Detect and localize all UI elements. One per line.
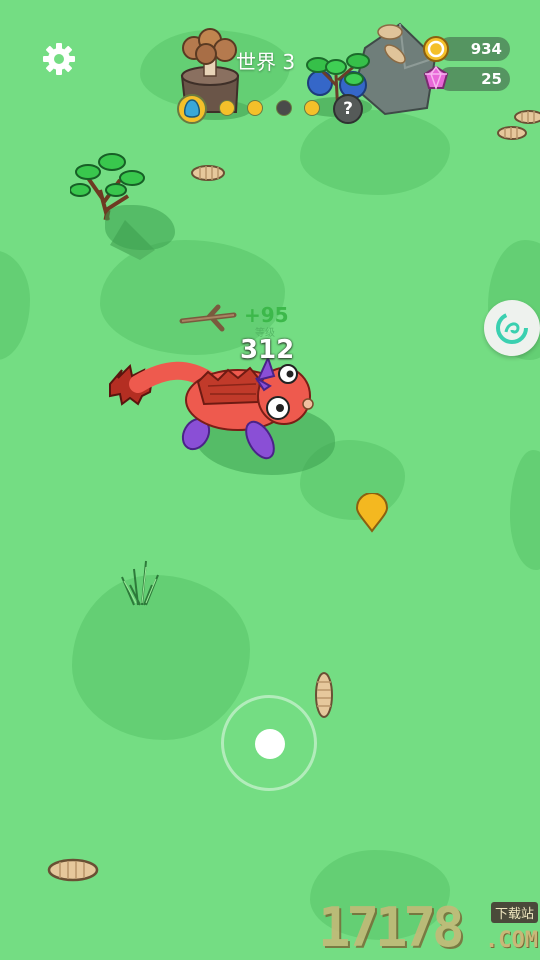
gem-count: 25 xyxy=(481,70,502,88)
swirl-icon xyxy=(496,312,528,344)
grass-tuft xyxy=(121,560,159,606)
gem-icon xyxy=(423,65,449,91)
game-world[interactable]: +95 等级 312 世界 3 ? 934 25 17178 下载站 .COM xyxy=(0,0,540,960)
progress-dot-current xyxy=(276,100,292,116)
grass-patch xyxy=(300,110,450,195)
side-swirl-button[interactable] xyxy=(484,300,540,356)
grass-patch xyxy=(510,450,540,570)
watermark-badge: 下载站 xyxy=(490,902,538,923)
grub-food xyxy=(315,672,333,718)
location-marker-icon xyxy=(355,493,389,533)
grass-patch xyxy=(0,250,30,360)
grub-food xyxy=(47,858,99,882)
gear-icon[interactable] xyxy=(42,42,76,76)
egg-progress-slot xyxy=(177,94,207,124)
progress-dot-collected xyxy=(219,100,235,116)
progress-dot-collected xyxy=(304,100,320,116)
progress-dot-collected xyxy=(247,100,263,116)
world-label: 世界 3 xyxy=(236,50,296,74)
watermark-domain: .COM xyxy=(485,928,538,953)
grub-food xyxy=(497,126,527,140)
mystery-reward: ? xyxy=(333,94,363,124)
twig xyxy=(179,304,237,332)
grub-food xyxy=(514,110,540,124)
egg-icon xyxy=(184,99,200,118)
watermark-number: 17178 xyxy=(318,896,465,959)
coin-icon xyxy=(423,36,449,62)
tree-shadow xyxy=(105,205,175,250)
player-score: 312 xyxy=(240,335,295,365)
joystick-knob[interactable] xyxy=(255,729,285,759)
player-creature xyxy=(109,355,314,460)
watermark: 17178 下载站 .COM xyxy=(318,898,540,960)
grub-food xyxy=(191,165,225,181)
coin-count: 934 xyxy=(470,40,502,58)
